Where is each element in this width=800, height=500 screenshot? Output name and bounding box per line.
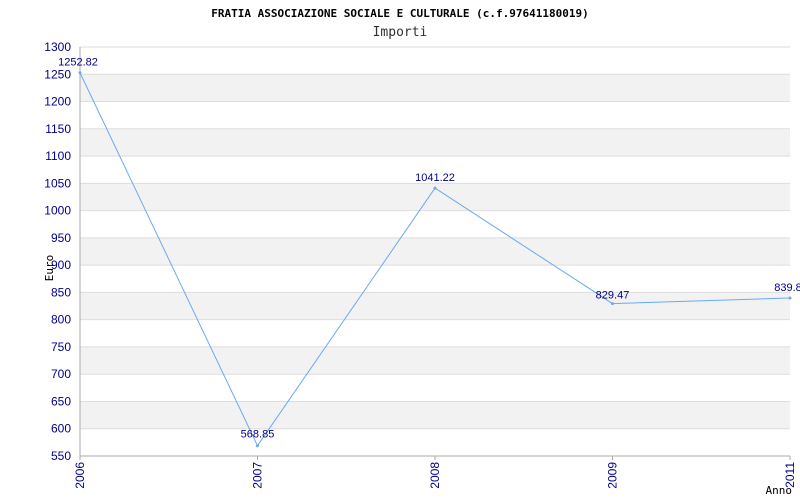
data-point bbox=[788, 296, 792, 300]
y-tick-label: 1150 bbox=[45, 122, 71, 136]
grid-band bbox=[80, 237, 790, 266]
data-label: 839.8 bbox=[774, 282, 800, 294]
grid-band bbox=[80, 74, 790, 102]
x-tick-label: 2007 bbox=[251, 462, 265, 489]
grid-band bbox=[80, 319, 790, 347]
grid-band bbox=[80, 210, 790, 238]
data-label: 1252.82 bbox=[58, 57, 98, 69]
y-tick-label: 850 bbox=[51, 285, 71, 299]
y-tick-label: 1200 bbox=[44, 95, 71, 109]
data-label: 1041.22 bbox=[415, 172, 455, 184]
y-tick-label: 700 bbox=[51, 367, 71, 381]
grid-band bbox=[80, 47, 790, 75]
y-tick-label: 650 bbox=[51, 394, 71, 408]
line-chart: 1300125012001150110010501000950900850800… bbox=[43, 40, 800, 497]
y-tick-label: 1050 bbox=[44, 176, 71, 190]
grid-band bbox=[80, 374, 790, 402]
y-tick-label: 550 bbox=[51, 449, 71, 463]
x-axis-ticks: 2006 2007 2008 2009 2011 bbox=[73, 456, 797, 489]
grid-bands bbox=[80, 47, 790, 456]
y-axis-ticks: 1300125012001150110010501000950900850800… bbox=[44, 40, 71, 463]
grid-band bbox=[80, 401, 790, 429]
y-tick-label: 1250 bbox=[44, 67, 71, 81]
x-tick-label: 2006 bbox=[73, 462, 87, 489]
grid-band bbox=[80, 428, 790, 456]
y-tick-label: 1300 bbox=[44, 40, 71, 54]
grid-band bbox=[80, 101, 790, 129]
y-tick-label: 950 bbox=[51, 231, 71, 245]
x-tick-label: 2009 bbox=[606, 462, 620, 489]
x-tick-label: 2008 bbox=[428, 462, 442, 489]
y-tick-label: 750 bbox=[51, 340, 71, 354]
y-tick-label: 1000 bbox=[44, 204, 71, 218]
y-axis-label: Euro bbox=[43, 255, 56, 282]
data-label: 568.85 bbox=[241, 429, 275, 441]
y-tick-label: 800 bbox=[51, 313, 71, 327]
x-axis-label: Anno bbox=[766, 484, 793, 497]
y-tick-label: 600 bbox=[51, 422, 71, 436]
grid-band bbox=[80, 265, 790, 293]
data-label: 829.47 bbox=[596, 290, 630, 302]
data-point bbox=[78, 71, 82, 75]
data-point bbox=[611, 302, 614, 306]
grid-band bbox=[80, 346, 790, 375]
y-tick-label: 1100 bbox=[45, 149, 71, 163]
data-point bbox=[433, 186, 437, 190]
grid-band bbox=[80, 128, 790, 157]
data-point bbox=[256, 444, 259, 448]
